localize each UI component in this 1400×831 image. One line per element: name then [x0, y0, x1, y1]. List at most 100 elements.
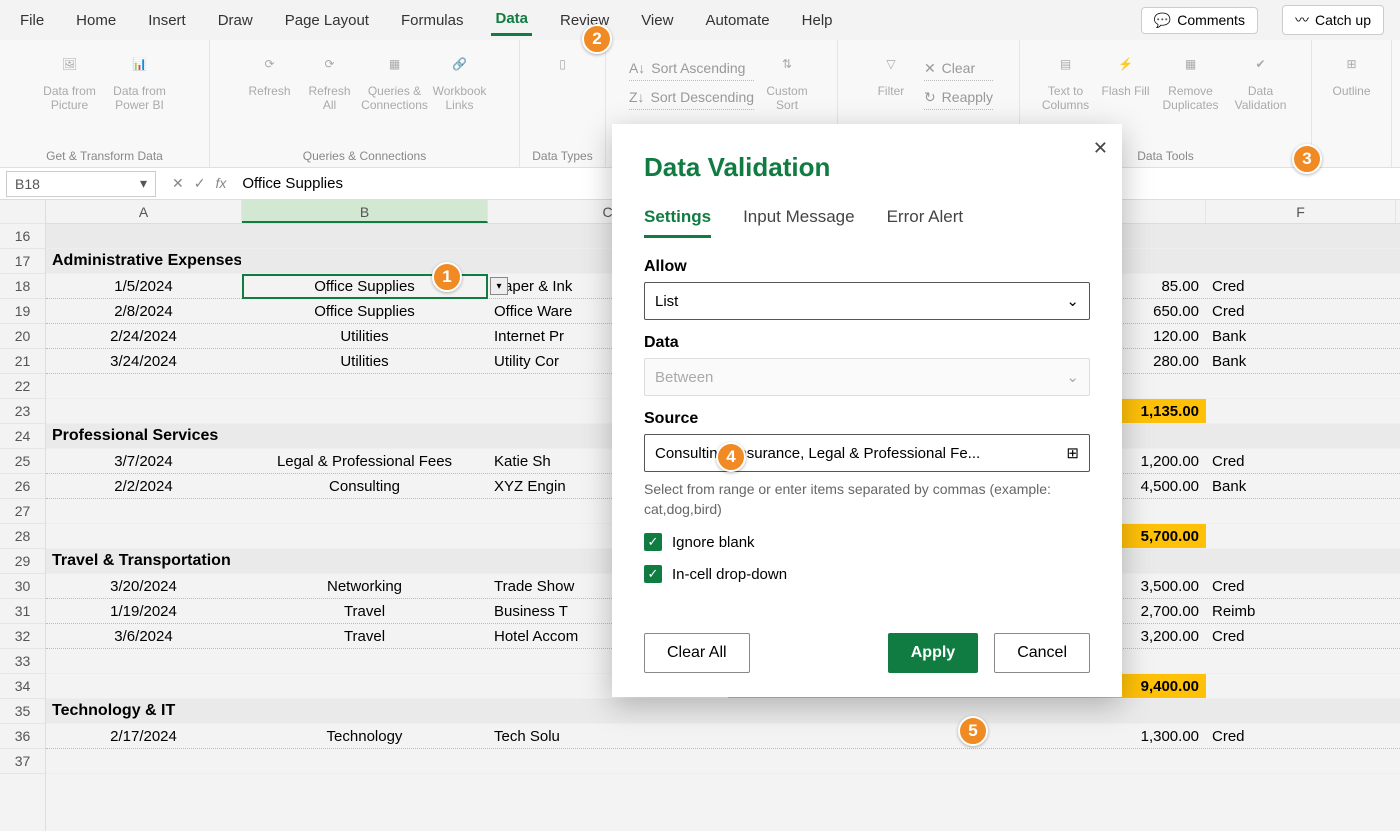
refresh-all-button[interactable]: ⟳Refresh All: [303, 46, 357, 112]
row-header[interactable]: 32: [0, 624, 45, 649]
cell[interactable]: Cred: [1206, 624, 1396, 648]
cell[interactable]: Bank: [1206, 474, 1396, 498]
tab-automate[interactable]: Automate: [701, 6, 773, 35]
row-header[interactable]: 21: [0, 349, 45, 374]
cell[interactable]: 2/17/2024: [46, 724, 242, 748]
row-header[interactable]: 35: [0, 699, 45, 724]
tab-formulas[interactable]: Formulas: [397, 6, 468, 35]
allow-select[interactable]: List⌄: [644, 282, 1090, 320]
comments-button[interactable]: 💬Comments: [1141, 7, 1258, 34]
data-types-button[interactable]: ▯: [536, 46, 590, 82]
row-header[interactable]: 37: [0, 749, 45, 774]
row-header[interactable]: 18: [0, 274, 45, 299]
cell[interactable]: 2/2/2024: [46, 474, 242, 498]
cell[interactable]: Office Supplies: [242, 299, 488, 323]
refresh-button[interactable]: ⟳Refresh: [243, 46, 297, 98]
cell-dropdown-button[interactable]: ▾: [490, 277, 508, 295]
cell[interactable]: 2/24/2024: [46, 324, 242, 348]
row-header[interactable]: 16: [0, 224, 45, 249]
source-input[interactable]: Consulting, Insurance, Legal & Professio…: [644, 434, 1090, 472]
row-header[interactable]: 36: [0, 724, 45, 749]
sort-desc-button[interactable]: Z↓Sort Descending: [629, 85, 754, 110]
tab-help[interactable]: Help: [798, 6, 837, 35]
dialog-tab-settings[interactable]: Settings: [644, 207, 711, 238]
text-to-columns-button[interactable]: ▤Text to Columns: [1039, 46, 1093, 112]
cell[interactable]: 3/20/2024: [46, 574, 242, 598]
fx-icon[interactable]: fx: [215, 175, 226, 192]
row-header[interactable]: 25: [0, 449, 45, 474]
row-header[interactable]: 34: [0, 674, 45, 699]
cell[interactable]: Bank: [1206, 324, 1396, 348]
row-header[interactable]: 26: [0, 474, 45, 499]
col-header-f[interactable]: F: [1206, 200, 1396, 223]
cell[interactable]: 1/19/2024: [46, 599, 242, 623]
row-header[interactable]: 23: [0, 399, 45, 424]
cell[interactable]: Consulting: [242, 474, 488, 498]
cell[interactable]: Tech Solu: [488, 724, 728, 748]
row-header[interactable]: 19: [0, 299, 45, 324]
row-header[interactable]: 24: [0, 424, 45, 449]
tab-page-layout[interactable]: Page Layout: [281, 6, 373, 35]
row-header[interactable]: 29: [0, 549, 45, 574]
row-header[interactable]: 28: [0, 524, 45, 549]
cell[interactable]: Cred: [1206, 274, 1396, 298]
data-validation-button[interactable]: ✔Data Validation: [1229, 46, 1293, 112]
cell[interactable]: 2/8/2024: [46, 299, 242, 323]
cell[interactable]: Utilities: [242, 324, 488, 348]
tab-insert[interactable]: Insert: [144, 6, 190, 35]
incell-dropdown-checkbox[interactable]: ✓In-cell drop-down: [644, 565, 1090, 583]
cell[interactable]: Reimb: [1206, 599, 1396, 623]
section-header[interactable]: Travel & Transportation: [46, 549, 242, 573]
data-from-picture-button[interactable]: 🖼Data from Picture: [38, 46, 102, 112]
custom-sort-button[interactable]: ⇅Custom Sort: [760, 46, 814, 112]
workbook-links-button[interactable]: 🔗Workbook Links: [433, 46, 487, 112]
queries-connections-button[interactable]: ▦Queries & Connections: [363, 46, 427, 112]
outline-button[interactable]: ⊞Outline: [1325, 46, 1379, 98]
tab-draw[interactable]: Draw: [214, 6, 257, 35]
cell[interactable]: Travel: [242, 624, 488, 648]
ignore-blank-checkbox[interactable]: ✓Ignore blank: [644, 533, 1090, 551]
name-box[interactable]: B18▾: [6, 171, 156, 197]
dialog-tab-error-alert[interactable]: Error Alert: [887, 207, 964, 238]
flash-fill-button[interactable]: ⚡Flash Fill: [1099, 46, 1153, 98]
cell[interactable]: 1/5/2024: [46, 274, 242, 298]
cell[interactable]: 3/7/2024: [46, 449, 242, 473]
cell[interactable]: 1,300.00: [966, 724, 1206, 748]
cell[interactable]: Legal & Professional Fees: [242, 449, 488, 473]
cancel-button[interactable]: Cancel: [994, 633, 1090, 673]
close-button[interactable]: ✕: [1093, 138, 1108, 159]
clear-filter-button[interactable]: ✕Clear: [924, 56, 993, 81]
filter-button[interactable]: ▽Filter: [864, 46, 918, 98]
row-header[interactable]: 20: [0, 324, 45, 349]
row-header[interactable]: 17: [0, 249, 45, 274]
col-header-a[interactable]: A: [46, 200, 242, 223]
cell[interactable]: Networking: [242, 574, 488, 598]
tab-data[interactable]: Data: [491, 4, 532, 36]
row-header[interactable]: 30: [0, 574, 45, 599]
row-header[interactable]: 22: [0, 374, 45, 399]
row-header[interactable]: 27: [0, 499, 45, 524]
col-header-b[interactable]: B: [242, 200, 488, 223]
remove-duplicates-button[interactable]: ▦Remove Duplicates: [1159, 46, 1223, 112]
cell[interactable]: 3/6/2024: [46, 624, 242, 648]
cell[interactable]: Cred: [1206, 724, 1396, 748]
reapply-button[interactable]: ↻Reapply: [924, 85, 993, 110]
row-header[interactable]: 31: [0, 599, 45, 624]
sort-asc-button[interactable]: A↓Sort Ascending: [629, 56, 754, 81]
range-picker-icon[interactable]: ⊞: [1066, 444, 1079, 462]
cell[interactable]: Bank: [1206, 349, 1396, 373]
cell[interactable]: Cred: [1206, 574, 1396, 598]
section-header[interactable]: Administrative Expenses: [46, 249, 242, 273]
data-from-powerbi-button[interactable]: 📊Data from Power BI: [108, 46, 172, 112]
dialog-tab-input-message[interactable]: Input Message: [743, 207, 855, 238]
section-header[interactable]: Technology & IT: [46, 699, 242, 723]
accept-formula-icon[interactable]: ✓: [194, 175, 206, 192]
tab-file[interactable]: File: [16, 6, 48, 35]
row-header[interactable]: 33: [0, 649, 45, 674]
apply-button[interactable]: Apply: [888, 633, 978, 673]
cell[interactable]: 3/24/2024: [46, 349, 242, 373]
clear-all-button[interactable]: Clear All: [644, 633, 750, 673]
cell[interactable]: Cred: [1206, 449, 1396, 473]
cancel-formula-icon[interactable]: ✕: [172, 175, 184, 192]
section-header[interactable]: Professional Services: [46, 424, 242, 448]
